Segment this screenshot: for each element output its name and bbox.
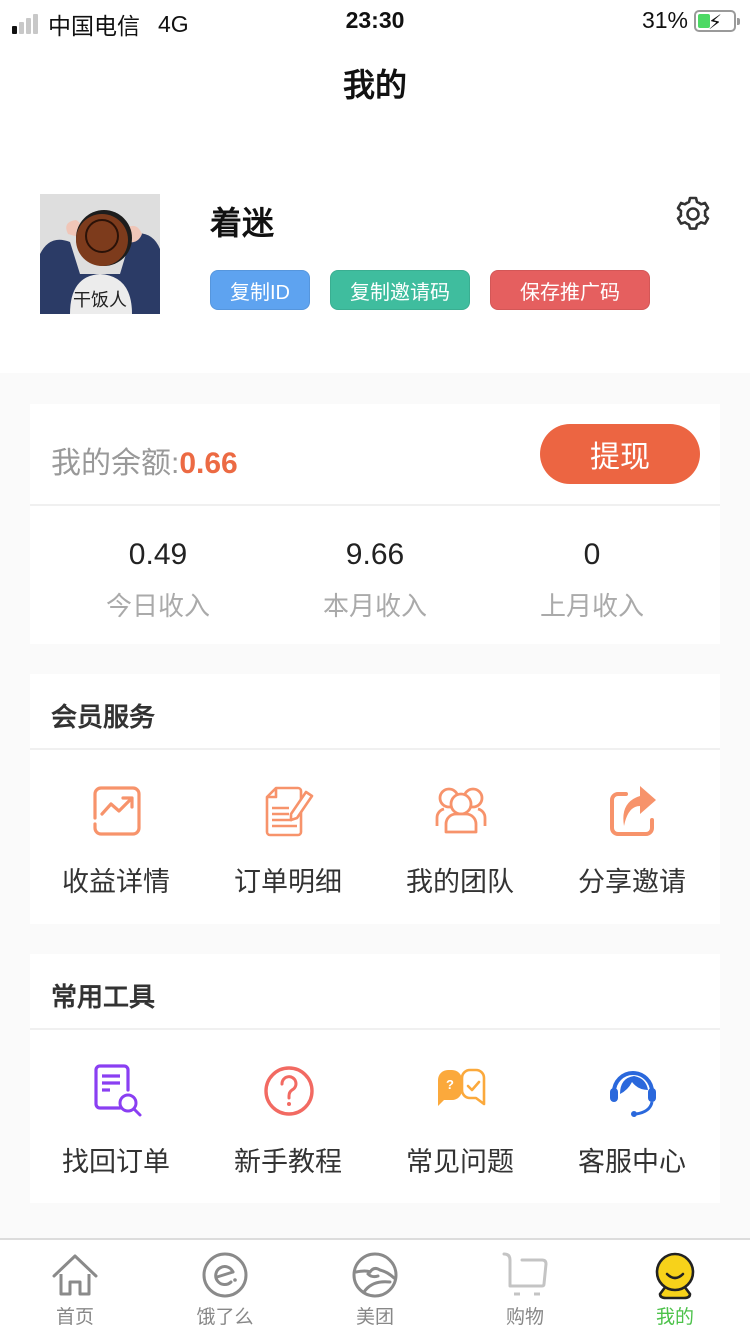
section-title: 会员服务 bbox=[51, 702, 156, 732]
faq-chat-icon: ? bbox=[438, 1068, 486, 1106]
tab-meituan[interactable]: 美团 bbox=[300, 1240, 450, 1334]
profile-background bbox=[0, 0, 750, 373]
service-order-detail[interactable]: 订单明细 bbox=[202, 752, 374, 924]
tab-label: 美团 bbox=[355, 1307, 394, 1328]
income-stats: 0.49 今日收入 9.66 本月收入 0 上月收入 bbox=[30, 508, 720, 644]
battery-percent: 31% bbox=[641, 7, 688, 33]
tool-faq[interactable]: ? 常见问题 bbox=[374, 1032, 546, 1204]
profile-mascot-icon bbox=[655, 1252, 695, 1300]
stat-this-month: 9.66 本月收入 bbox=[260, 508, 490, 623]
status-bar: 中国电信 4G 23:30 31% ⚡ bbox=[0, 0, 750, 40]
stat-label: 今日收入 bbox=[105, 591, 210, 621]
tab-mine[interactable]: 我的 bbox=[600, 1240, 750, 1334]
tab-label: 饿了么 bbox=[196, 1307, 254, 1328]
save-promo-code-button[interactable]: 保存推广码 bbox=[490, 270, 650, 310]
withdraw-button[interactable]: 提现 bbox=[540, 424, 700, 484]
balance-value: 0.66 bbox=[179, 447, 238, 480]
tab-label: 首页 bbox=[55, 1307, 94, 1328]
document-edit-icon bbox=[265, 786, 314, 837]
stat-last-month: 0 上月收入 bbox=[477, 508, 707, 623]
bottom-tab-bar: 首页 饿了么 美团 购物 我的 bbox=[0, 1238, 750, 1334]
common-tools-card: 常用工具 找回订单 新手教程 ? 常见问题 客服中心 bbox=[30, 954, 720, 1203]
tool-customer-service[interactable]: 客服中心 bbox=[546, 1032, 718, 1204]
customer-service-icon bbox=[610, 1071, 656, 1117]
tool-label: 找回订单 bbox=[62, 1147, 170, 1177]
section-title: 常用工具 bbox=[51, 982, 156, 1012]
balance-label-text: 我的余额: bbox=[51, 447, 180, 480]
team-icon bbox=[435, 787, 487, 834]
avatar-image: 干饭人 bbox=[40, 194, 160, 314]
section-header: 会员服务 bbox=[30, 674, 720, 750]
trend-chart-icon bbox=[93, 786, 141, 836]
stat-value: 0.49 bbox=[128, 538, 188, 571]
stat-label: 上月收入 bbox=[539, 591, 644, 621]
member-services-card: 会员服务 收益详情 订单明细 我的团队 分享邀请 bbox=[30, 674, 720, 924]
service-label: 我的团队 bbox=[406, 867, 514, 897]
balance-row: 我的余额:0.66 提现 bbox=[30, 404, 720, 506]
stat-label: 本月收入 bbox=[322, 591, 427, 621]
avatar-shirt-text: 干饭人 bbox=[73, 290, 127, 310]
status-right: 31% ⚡ bbox=[641, 7, 740, 34]
tool-find-order[interactable]: 找回订单 bbox=[30, 1032, 202, 1204]
tab-home[interactable]: 首页 bbox=[0, 1240, 150, 1334]
order-search-icon bbox=[94, 1064, 142, 1117]
service-label: 收益详情 bbox=[62, 867, 170, 897]
svg-text:?: ? bbox=[446, 1077, 454, 1092]
eleme-icon bbox=[202, 1252, 248, 1298]
meituan-icon bbox=[352, 1252, 398, 1298]
settings-button[interactable] bbox=[673, 194, 713, 234]
tab-label: 我的 bbox=[655, 1307, 694, 1328]
balance-label: 我的余额:0.66 bbox=[51, 438, 238, 482]
service-my-team[interactable]: 我的团队 bbox=[374, 752, 546, 924]
stat-value: 0 bbox=[583, 538, 601, 571]
tab-eleme[interactable]: 饿了么 bbox=[150, 1240, 300, 1334]
stat-today: 0.49 今日收入 bbox=[43, 508, 273, 623]
service-share-invite[interactable]: 分享邀请 bbox=[546, 752, 718, 924]
avatar[interactable]: 干饭人 bbox=[40, 194, 160, 314]
copy-invite-code-button[interactable]: 复制邀请码 bbox=[330, 270, 470, 310]
tool-beginner-tutorial[interactable]: 新手教程 bbox=[202, 1032, 374, 1204]
tab-label: 购物 bbox=[505, 1307, 544, 1328]
tab-shopping[interactable]: 购物 bbox=[450, 1240, 600, 1334]
status-time: 23:30 bbox=[345, 7, 405, 33]
stat-value: 9.66 bbox=[345, 538, 405, 571]
section-header: 常用工具 bbox=[30, 954, 720, 1030]
home-icon bbox=[52, 1254, 98, 1296]
username: 着迷 bbox=[210, 205, 275, 241]
services-grid: 收益详情 订单明细 我的团队 分享邀请 bbox=[30, 752, 720, 924]
copy-id-button[interactable]: 复制ID bbox=[210, 270, 310, 310]
battery-charging-icon: ⚡ bbox=[694, 9, 740, 34]
cart-icon bbox=[502, 1252, 548, 1296]
tool-label: 常见问题 bbox=[406, 1147, 514, 1177]
service-label: 分享邀请 bbox=[578, 867, 686, 897]
gear-icon bbox=[676, 196, 710, 230]
question-circle-icon bbox=[264, 1066, 314, 1116]
service-label: 订单明细 bbox=[234, 867, 342, 897]
balance-card: 我的余额:0.66 提现 0.49 今日收入 9.66 本月收入 0 上月收入 bbox=[30, 404, 720, 644]
share-icon bbox=[610, 786, 656, 836]
page-title: 我的 bbox=[342, 67, 407, 103]
tools-grid: 找回订单 新手教程 ? 常见问题 客服中心 bbox=[30, 1032, 720, 1204]
tool-label: 新手教程 bbox=[234, 1147, 342, 1177]
tool-label: 客服中心 bbox=[578, 1147, 686, 1177]
service-earnings-detail[interactable]: 收益详情 bbox=[30, 752, 202, 924]
